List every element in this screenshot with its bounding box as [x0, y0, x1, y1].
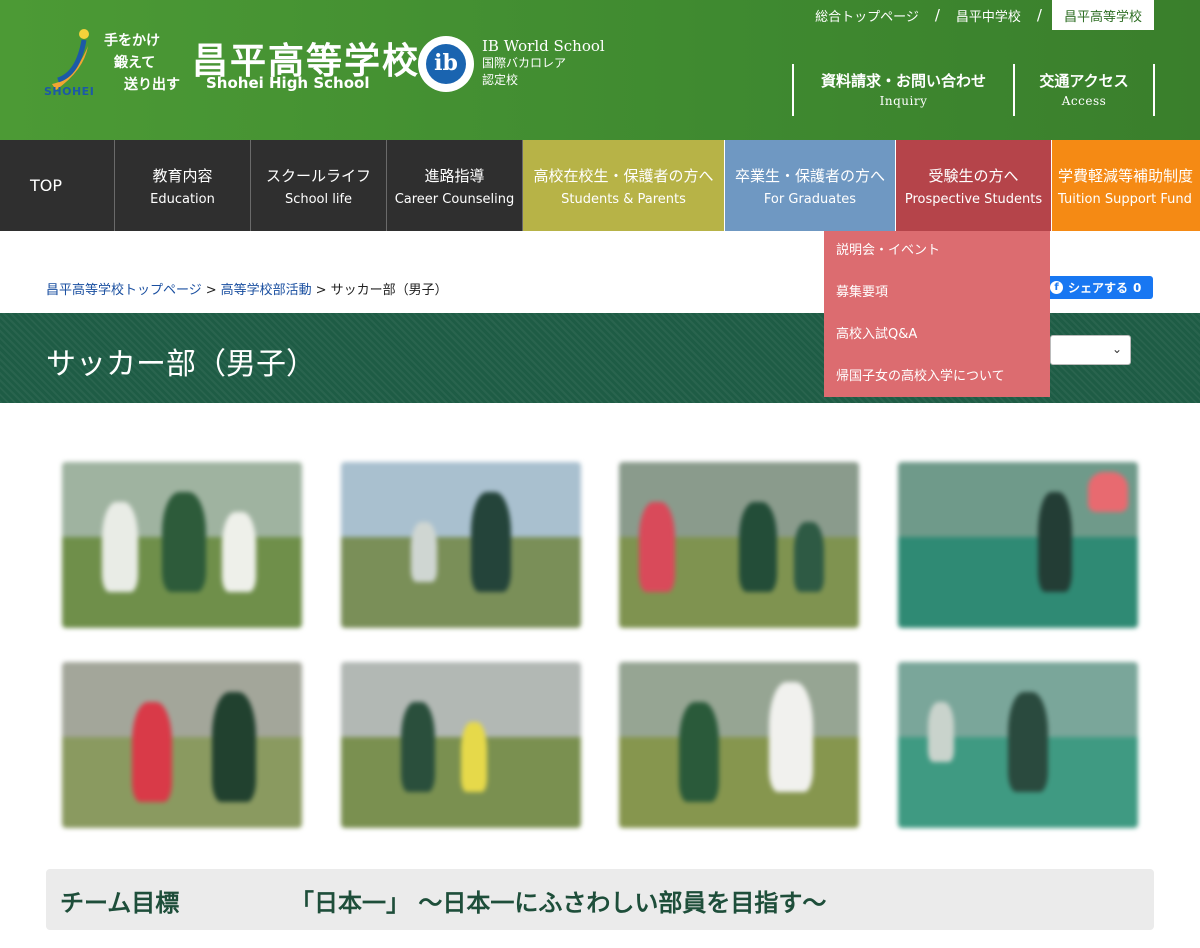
nav-label-en: Career Counseling: [394, 191, 515, 207]
breadcrumb-separator: >: [315, 283, 327, 298]
ib-line: 国際バカロレア: [482, 56, 567, 70]
gallery-photo[interactable]: [62, 662, 302, 828]
inquiry-label: 資料請求・お問い合わせ: [820, 72, 986, 90]
nav-item-graduates[interactable]: 卒業生・保護者の方へ For Graduates: [725, 140, 896, 231]
prospective-students-dropdown: 説明会・イベント 募集要項 高校入試Q&A 帰国子女の高校入学について: [824, 231, 1050, 397]
photo-gallery: [62, 462, 1140, 832]
nav-label-en: School life: [284, 191, 353, 207]
site-header: 手をかけ 鍛えて 送り出す SHOHEI 昌平高等学校 Shohei High …: [0, 0, 1200, 140]
top-link-high-school[interactable]: 昌平高等学校: [1051, 0, 1154, 30]
nav-item-school-life[interactable]: スクールライフ School life: [251, 140, 387, 231]
breadcrumb-separator: >: [205, 283, 217, 298]
nav-label-jp: 受験生の方へ: [928, 166, 1019, 185]
nav-label-jp: 卒業生・保護者の方へ: [734, 166, 885, 185]
ib-logo-icon: ib: [418, 36, 474, 92]
access-sublabel: Access: [1061, 94, 1107, 108]
gallery-photo[interactable]: [619, 662, 859, 828]
nav-item-education[interactable]: 教育内容 Education: [115, 140, 251, 231]
chevron-down-icon: ⌄: [1111, 342, 1122, 356]
top-link-general[interactable]: 総合トップページ: [809, 6, 925, 25]
dropdown-item-entrance-qa[interactable]: 高校入試Q&A: [824, 324, 1050, 366]
dropdown-item-returnee-admission[interactable]: 帰国子女の高校入学について: [824, 366, 1050, 408]
logo-wordmark: SHOHEI: [44, 85, 95, 98]
nav-label-en: Prospective Students: [904, 191, 1043, 207]
gallery-photo[interactable]: [898, 462, 1138, 628]
ib-logo-text: ib: [426, 44, 466, 84]
dropdown-item-admission-guide[interactable]: 募集要項: [824, 282, 1050, 324]
nav-label-jp: 教育内容: [152, 166, 213, 185]
ib-line: IB World School: [482, 37, 605, 55]
top-link-separator: /: [934, 6, 940, 24]
gallery-photo[interactable]: [341, 462, 581, 628]
facebook-share-button[interactable]: f シェアする 0: [1044, 276, 1153, 299]
ib-world-school-text: IB World School 国際バカロレア 認定校: [482, 38, 605, 89]
school-name-en[interactable]: Shohei High School: [206, 74, 369, 92]
team-goal-box: チーム目標 「日本一」 〜日本一にふさわしい部員を目指す〜: [46, 869, 1154, 930]
access-button[interactable]: 交通アクセス Access: [1013, 64, 1155, 116]
nav-item-prospective-students[interactable]: 受験生の方へ Prospective Students: [896, 140, 1052, 231]
breadcrumb-current: サッカー部（男子）: [330, 283, 448, 298]
access-label: 交通アクセス: [1039, 72, 1129, 90]
nav-top-label: TOP: [30, 176, 63, 195]
nav-label-en: For Graduates: [763, 191, 857, 207]
gallery-photo[interactable]: [62, 462, 302, 628]
share-count: 0: [1133, 280, 1142, 295]
breadcrumb-link-clubs[interactable]: 高等学校部活動: [221, 283, 312, 298]
nav-label-jp: 進路指導: [424, 166, 485, 185]
inquiry-sublabel: Inquiry: [879, 94, 928, 108]
gallery-photo[interactable]: [619, 462, 859, 628]
school-slogan: 手をかけ 鍛えて 送り出す: [104, 30, 190, 100]
ib-line: 認定校: [482, 73, 519, 87]
top-links: 総合トップページ / 昌平中学校 / 昌平高等学校: [809, 0, 1154, 30]
nav-item-tuition-support[interactable]: 学費軽減等補助制度 Tuition Support Fund: [1052, 140, 1200, 231]
club-select[interactable]: ⌄: [1050, 335, 1131, 365]
nav-label-en: Education: [150, 191, 215, 207]
gallery-photo[interactable]: [898, 662, 1138, 828]
team-goal-label: チーム目標: [60, 889, 180, 917]
nav-label-jp: 高校在校生・保護者の方へ: [533, 166, 714, 185]
nav-item-students-parents[interactable]: 高校在校生・保護者の方へ Students & Parents: [523, 140, 725, 231]
nav-label-jp: 学費軽減等補助制度: [1058, 166, 1194, 185]
inquiry-button[interactable]: 資料請求・お問い合わせ Inquiry: [792, 64, 1013, 116]
nav-item-top[interactable]: TOP: [0, 140, 115, 231]
facebook-icon: f: [1050, 281, 1063, 294]
slogan-line: 送り出す: [124, 77, 180, 93]
top-link-junior-high[interactable]: 昌平中学校: [950, 6, 1027, 25]
slogan-line: 鍛えて: [114, 55, 156, 71]
breadcrumb: 昌平高等学校トップページ > 高等学校部活動 > サッカー部（男子）: [46, 279, 448, 298]
slogan-line: 手をかけ: [104, 33, 160, 49]
main-nav: TOP 教育内容 Education スクールライフ School life 進…: [0, 140, 1200, 231]
gallery-photo[interactable]: [341, 662, 581, 828]
nav-label-en: Tuition Support Fund: [1058, 191, 1192, 207]
team-goal-text: 「日本一」 〜日本一にふさわしい部員を目指す〜: [290, 889, 827, 917]
nav-item-career-counseling[interactable]: 進路指導 Career Counseling: [387, 140, 523, 231]
nav-label-jp: スクールライフ: [265, 166, 371, 185]
nav-label-en: Students & Parents: [561, 191, 686, 207]
top-link-separator: /: [1036, 6, 1042, 24]
dropdown-item-events[interactable]: 説明会・イベント: [824, 240, 1050, 282]
share-label: シェアする: [1068, 281, 1129, 295]
page-title: サッカー部（男子）: [46, 347, 316, 382]
breadcrumb-link-home[interactable]: 昌平高等学校トップページ: [46, 283, 202, 298]
